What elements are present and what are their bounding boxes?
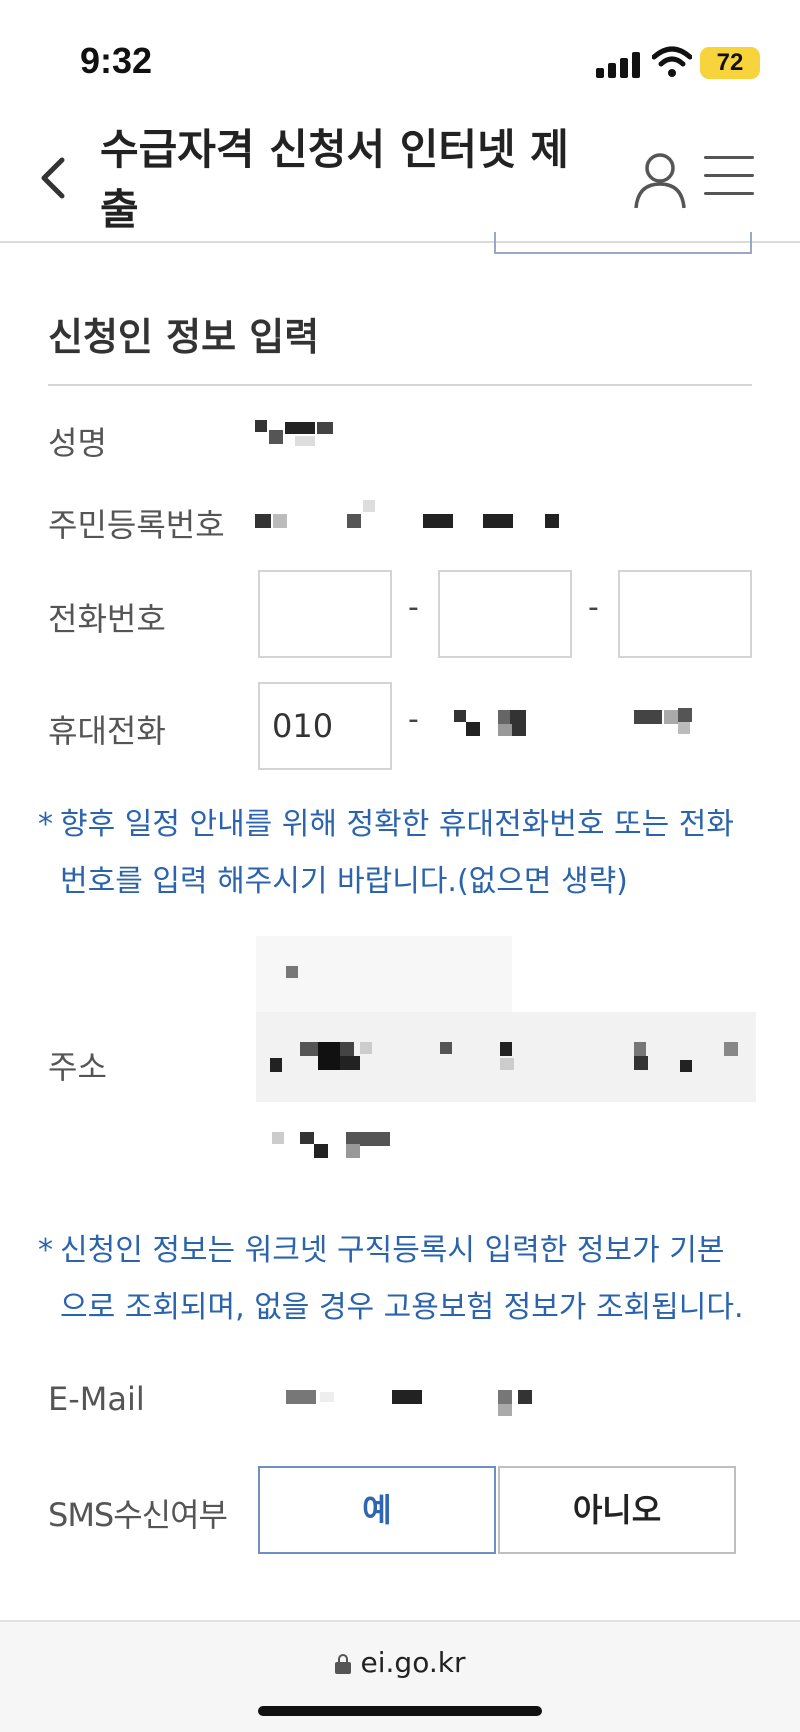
info-notice: * 신청인 정보는 워크넷 구직등록시 입력한 정보가 기본 으로 조회되며, 없…	[38, 1222, 768, 1336]
url-text: ei.go.kr	[360, 1646, 466, 1679]
phone-last-input[interactable]	[618, 570, 752, 658]
back-arrow-icon[interactable]	[30, 148, 80, 208]
phone-area-input[interactable]	[258, 570, 392, 658]
address-detail-masked[interactable]	[270, 1130, 410, 1166]
sms-label: SMS수신여부	[48, 1496, 228, 1534]
notice-star: *	[38, 807, 53, 842]
lock-icon	[334, 1654, 351, 1674]
battery-icon: 72	[700, 47, 760, 79]
phone-dash-1: -	[408, 590, 419, 625]
home-indicator[interactable]	[258, 1706, 542, 1716]
mobile-number-masked[interactable]	[452, 708, 712, 742]
partial-button-outline	[494, 232, 752, 254]
phone-notice-line-1: 향후 일정 안내를 위해 정확한 휴대전화번호 또는 전화	[60, 807, 734, 842]
address-line-1-masked[interactable]	[256, 1012, 756, 1102]
browser-address-bar[interactable]: ei.go.kr	[0, 1620, 800, 1732]
sms-yes-button[interactable]: 예	[258, 1466, 496, 1554]
status-time: 9:32	[80, 40, 153, 81]
sms-no-button[interactable]: 아니오	[498, 1466, 736, 1554]
phone-middle-input[interactable]	[438, 570, 572, 658]
info-notice-line-2: 으로 조회되며, 없을 경우 고용보험 정보가 조회됩니다.	[60, 1290, 744, 1325]
user-icon[interactable]	[632, 150, 688, 210]
cellular-signal-icon	[596, 52, 642, 78]
email-label: E-Mail	[48, 1380, 145, 1418]
section-divider	[48, 384, 752, 386]
zipcode-masked[interactable]	[256, 936, 756, 1024]
phone-dash-2: -	[588, 590, 599, 625]
section-title: 신청인 정보 입력	[48, 315, 320, 359]
notice-star: *	[38, 1233, 53, 1268]
url-display[interactable]: ei.go.kr	[0, 1646, 800, 1679]
mobile-label: 휴대전화	[48, 712, 166, 750]
wifi-icon	[652, 46, 692, 77]
phone-label: 전화번호	[48, 600, 166, 638]
status-bar: 9:32 72	[0, 0, 800, 110]
rrn-label: 주민등록번호	[48, 506, 225, 544]
rrn-value-masked	[255, 500, 565, 540]
mobile-dash: -	[408, 702, 419, 737]
phone-notice-line-2: 번호를 입력 해주시기 바랍니다.(없으면 생략)	[60, 864, 628, 899]
page-header: 수급자격 신청서 인터넷 제출	[0, 110, 800, 243]
hamburger-menu-icon[interactable]	[704, 152, 754, 200]
name-label: 성명	[48, 424, 107, 462]
mobile-prefix-input[interactable]: 010	[258, 682, 392, 770]
phone-notice: * 향후 일정 안내를 위해 정확한 휴대전화번호 또는 전화 번호를 입력 해주…	[38, 796, 768, 910]
email-value-masked	[286, 1388, 646, 1422]
page-title: 수급자격 신청서 인터넷 제출	[100, 125, 569, 234]
info-notice-line-1: 신청인 정보는 워크넷 구직등록시 입력한 정보가 기본	[60, 1233, 725, 1268]
address-label: 주소	[48, 1048, 107, 1086]
name-value-masked	[255, 420, 350, 454]
